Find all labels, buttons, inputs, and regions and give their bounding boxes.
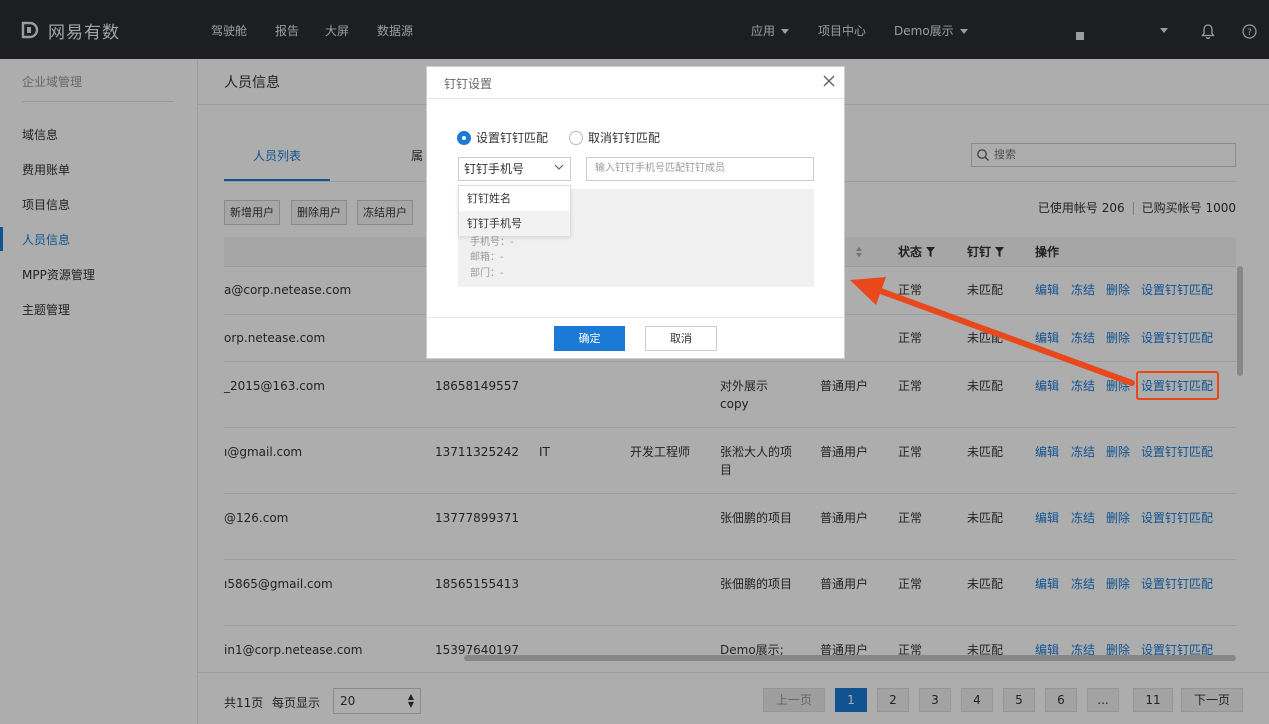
radio-set-match[interactable]: 设置钉钉匹配 bbox=[457, 129, 548, 146]
cancel-button[interactable]: 取消 bbox=[645, 326, 717, 351]
radio-unchecked-icon bbox=[569, 130, 583, 145]
match-type-select[interactable]: 钉钉手机号 bbox=[458, 157, 571, 181]
dingtalk-settings-modal: 钉钉设置 设置钉钉匹配 取消钉钉匹配 钉钉手机号 输入钉钉手机号匹配钉钉成员 手… bbox=[426, 66, 845, 359]
match-type-value: 钉钉手机号 bbox=[464, 162, 525, 176]
info-department: 部门：- bbox=[470, 268, 504, 279]
confirm-button[interactable]: 确定 bbox=[554, 326, 625, 351]
radio-set-match-label: 设置钉钉匹配 bbox=[476, 131, 549, 145]
annotation-highlight-box bbox=[1136, 371, 1219, 400]
close-icon[interactable] bbox=[822, 74, 836, 88]
info-email: 邮箱：- bbox=[470, 252, 504, 263]
dingtalk-phone-input[interactable]: 输入钉钉手机号匹配钉钉成员 bbox=[586, 157, 814, 181]
dropdown-option-phone[interactable]: 钉钉手机号 bbox=[459, 211, 570, 236]
radio-cancel-match-label: 取消钉钉匹配 bbox=[588, 131, 661, 145]
match-type-dropdown: 钉钉姓名 钉钉手机号 bbox=[458, 185, 571, 236]
modal-header: 钉钉设置 bbox=[427, 67, 844, 99]
dropdown-option-name[interactable]: 钉钉姓名 bbox=[459, 186, 570, 211]
chevron-down-icon bbox=[554, 164, 564, 170]
modal-footer-divider bbox=[427, 317, 844, 318]
radio-cancel-match[interactable]: 取消钉钉匹配 bbox=[569, 129, 660, 146]
modal-title: 钉钉设置 bbox=[444, 77, 493, 91]
radio-checked-icon bbox=[457, 130, 471, 145]
